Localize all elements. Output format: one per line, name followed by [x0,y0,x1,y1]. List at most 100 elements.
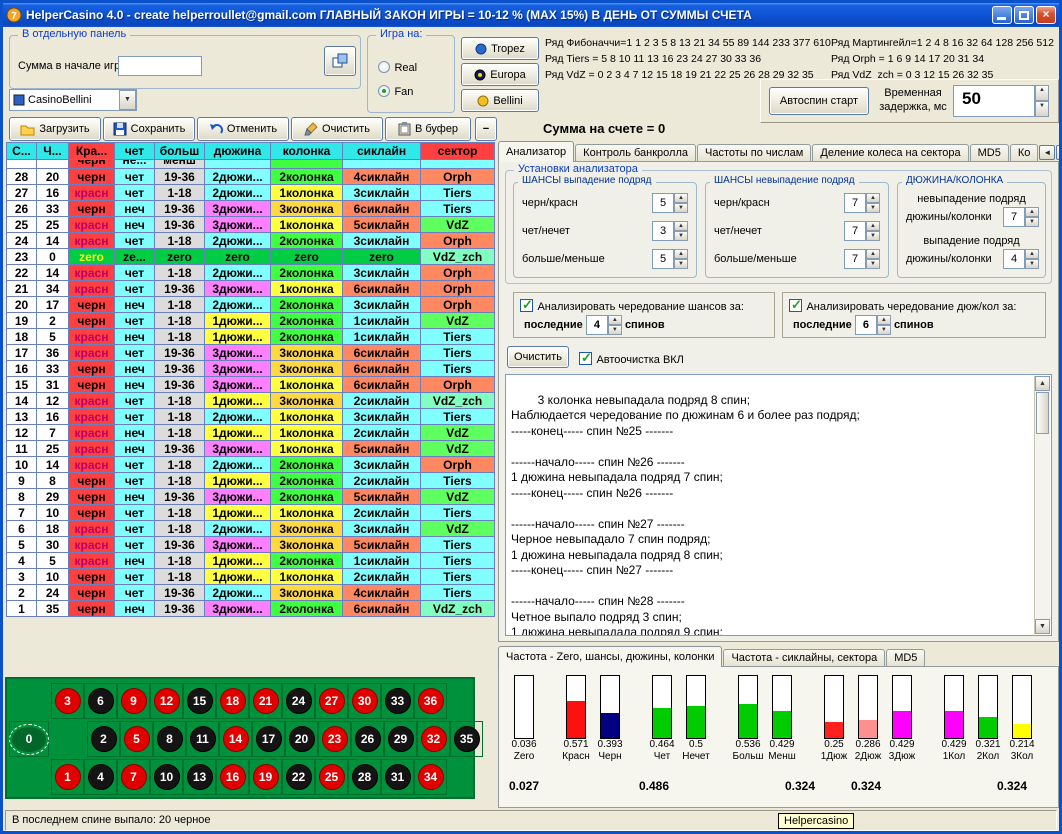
collapse-button[interactable]: − [475,117,497,141]
board-number-7[interactable]: 7 [121,764,147,790]
table-row[interactable]: 1531черннеч19-363дюжи...1колонка6сиклайн… [7,377,495,393]
board-number-26[interactable]: 26 [355,726,381,752]
table-row[interactable]: 2017черннеч1-182дюжи...2колонка3сиклайнO… [7,297,495,313]
title-bar[interactable]: 7 HelperCasino 4.0 - create helperroulle… [3,3,1059,27]
table-row[interactable]: 1316краснчет1-182дюжи...1колонка3сиклайн… [7,409,495,425]
column-header-6[interactable]: колонка [271,143,343,160]
alt-dozens-checkbox[interactable]: Анализировать чередование дюж/кол за: [789,297,1016,315]
spin-down-icon[interactable]: ▼ [866,203,880,213]
alt-chances-checkbox[interactable]: Анализировать чередование шансов за: [520,297,744,315]
dozen-appear-spinedit[interactable]: 4▲▼ [1003,249,1039,269]
start-sum-input[interactable] [118,56,202,76]
column-header-8[interactable]: сектор [421,143,495,160]
board-number-34[interactable]: 34 [418,764,444,790]
board-number-29[interactable]: 29 [388,726,414,752]
absent-blackred-spinedit[interactable]: 7▲▼ [844,193,880,213]
table-row[interactable]: 185красннеч1-181дюжи...2колонка1сиклайнT… [7,329,495,345]
board-number-30[interactable]: 30 [352,688,378,714]
radio-fan[interactable]: Fan [378,82,413,100]
spin-down-icon[interactable]: ▼ [1025,259,1039,269]
board-number-18[interactable]: 18 [220,688,246,714]
spin-up-icon[interactable]: ▲ [866,221,880,231]
scroll-down-icon[interactable]: ▼ [1035,619,1050,634]
spin-up-icon[interactable]: ▲ [866,193,880,203]
board-number-32[interactable]: 32 [421,726,447,752]
board-number-11[interactable]: 11 [190,726,216,752]
tab-analyzer-2[interactable]: Частоты по числам [697,144,811,162]
board-number-25[interactable]: 25 [319,764,345,790]
board-number-4[interactable]: 4 [88,764,114,790]
absent-evenodd-spinedit[interactable]: 7▲▼ [844,221,880,241]
column-header-3[interactable]: чет [115,143,155,160]
minimize-button[interactable] [992,6,1012,24]
column-header-4[interactable]: больш [155,143,205,160]
board-number-23[interactable]: 23 [322,726,348,752]
table-row[interactable]: 2525красннеч19-363дюжи...1колонка5сиклай… [7,217,495,233]
board-number-35[interactable]: 35 [454,726,480,752]
autoclear-checkbox[interactable]: Автоочистка ВКЛ [579,350,684,368]
board-number-15[interactable]: 15 [187,688,213,714]
to-clipboard-button[interactable]: В буфер [385,117,471,141]
delay-spin-down[interactable]: ▼ [1035,101,1049,117]
board-number-3[interactable]: 3 [55,688,81,714]
tab-analyzer-0[interactable]: Анализатор [498,141,574,162]
tab-chart-0[interactable]: Частота - Zero, шансы, дюжины, колонки [498,646,722,667]
load-button[interactable]: Загрузить [9,117,101,141]
column-header-0[interactable]: С... [7,143,37,160]
table-row[interactable]: 829черннеч19-363дюжи...2колонка5сиклайнV… [7,489,495,505]
table-row[interactable]: 1014краснчет1-182дюжи...2колонка3сиклайн… [7,457,495,473]
spin-down-icon[interactable]: ▼ [608,325,622,335]
board-number-12[interactable]: 12 [154,688,180,714]
column-header-7[interactable]: сиклайн [343,143,421,160]
spin-up-icon[interactable]: ▲ [608,315,622,325]
table-row[interactable]: 224чернчет19-362дюжи...3колонка4сиклайнT… [7,585,495,601]
table-row[interactable]: 45красннеч1-181дюжи...2колонка1сиклайнTi… [7,553,495,569]
casino-tropez-button[interactable]: Tropez [461,37,539,60]
table-row[interactable]: 2414краснчет1-182дюжи...2колонка3сиклайн… [7,233,495,249]
table-row[interactable]: 2820чернчет19-362дюжи...2колонка4сиклайн… [7,169,495,185]
table-row[interactable]: 618краснчет1-182дюжи...3колонка3сиклайнV… [7,521,495,537]
table-row[interactable]: 1633черннеч19-363дюжи...3колонка6сиклайн… [7,361,495,377]
absent-highlow-spinedit[interactable]: 7▲▼ [844,249,880,269]
table-row[interactable]: 2633черннеч19-363дюжи...3колонка6сиклайн… [7,201,495,217]
spin-up-icon[interactable]: ▲ [674,193,688,203]
board-number-20[interactable]: 20 [289,726,315,752]
table-row[interactable]: 2214краснчет1-182дюжи...2колонка3сиклайн… [7,265,495,281]
log-scrollbar[interactable]: ▲ ▼ [1034,376,1050,634]
tab-analyzer-1[interactable]: Контроль банкролла [575,144,696,162]
table-row[interactable]: 98чернчет1-181дюжи...2колонка2сиклайнTie… [7,473,495,489]
table-row[interactable]: 135черннеч19-363дюжи...2колонка6сиклайнV… [7,601,495,617]
table-row[interactable]: 1125красннеч19-363дюжи...1колонка5сиклай… [7,441,495,457]
board-number-24[interactable]: 24 [286,688,312,714]
alt-chances-spinedit[interactable]: 4▲▼ [586,315,622,335]
radio-real[interactable]: Real [378,58,417,76]
board-number-21[interactable]: 21 [253,688,279,714]
spin-up-icon[interactable]: ▲ [674,221,688,231]
board-number-33[interactable]: 33 [385,688,411,714]
board-number-28[interactable]: 28 [352,764,378,790]
spin-up-icon[interactable]: ▲ [1025,249,1039,259]
appear-evenodd-spinedit[interactable]: 3▲▼ [652,221,688,241]
analyzer-log[interactable]: 3 колонка невыпадала подряд 8 спин; Набл… [505,374,1052,636]
scroll-up-icon[interactable]: ▲ [1035,376,1050,391]
dozen-absent-spinedit[interactable]: 7▲▼ [1003,207,1039,227]
board-number-14[interactable]: 14 [223,726,249,752]
board-number-5[interactable]: 5 [124,726,150,752]
table-row[interactable]: 310чернчет1-181дюжи...1колонка2сиклайнTi… [7,569,495,585]
appear-blackred-spinedit[interactable]: 5▲▼ [652,193,688,213]
spin-up-icon[interactable]: ▲ [674,249,688,259]
spin-down-icon[interactable]: ▼ [866,259,880,269]
table-row[interactable]: 230zeroze...zerozerozerozeroVdZ_zch [7,249,495,265]
board-number-27[interactable]: 27 [319,688,345,714]
combo-dropdown[interactable]: ▼ [119,90,136,110]
board-number-19[interactable]: 19 [253,764,279,790]
board-number-17[interactable]: 17 [256,726,282,752]
spin-down-icon[interactable]: ▼ [877,325,891,335]
spin-up-icon[interactable]: ▲ [877,315,891,325]
board-number-6[interactable]: 6 [88,688,114,714]
appear-highlow-spinedit[interactable]: 5▲▼ [652,249,688,269]
tab-analyzer-5[interactable]: Ко [1010,144,1039,162]
column-header-1[interactable]: Ч... [37,143,69,160]
undo-button[interactable]: Отменить [197,117,289,141]
tab-scroll-left-icon[interactable]: ◄ [1039,145,1055,160]
